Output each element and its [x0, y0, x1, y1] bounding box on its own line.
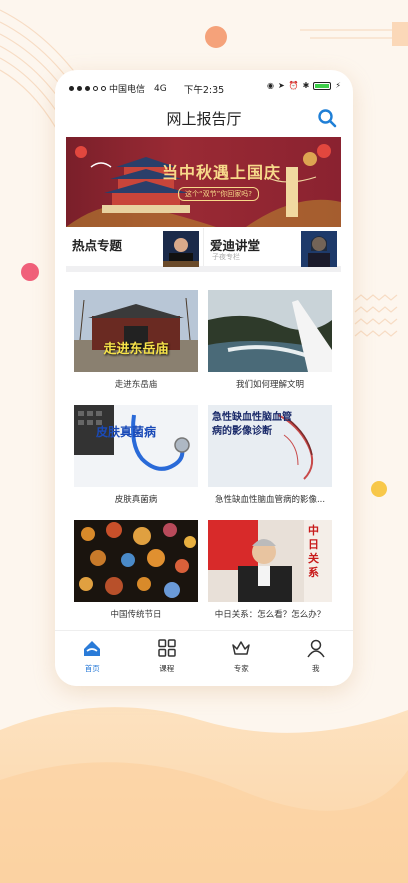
- course-caption: 我们如何理解文明: [235, 380, 304, 390]
- course-caption: 中国传统节日: [110, 610, 162, 620]
- course-overlay-text: 皮肤真菌病: [96, 425, 157, 439]
- tab-experts-label: 专家: [233, 664, 249, 673]
- location-icon: ➤: [278, 81, 285, 90]
- page-title: 网上报告厅: [166, 110, 242, 128]
- crown-icon: [232, 641, 250, 655]
- course-card[interactable]: 中国传统节日: [74, 520, 198, 620]
- bluetooth-icon: ✱: [302, 81, 310, 90]
- tab-courses-label: 课程: [159, 664, 175, 673]
- home-icon: [84, 641, 101, 656]
- aidi-lecture-thumbnail: [301, 231, 337, 267]
- banner-title: 当中秋遇上国庆: [162, 163, 282, 182]
- course-overlay-text: 走进东岳庙: [103, 342, 169, 357]
- aidi-lecture-item[interactable]: 爱迪讲堂 子夜专栏: [204, 228, 341, 267]
- course-caption: 中日关系：怎么看？怎么办？: [214, 610, 326, 620]
- user-icon: [307, 639, 325, 658]
- course-card[interactable]: 走进东岳庙 走进东岳庙: [74, 290, 198, 390]
- hot-topics-label: 热点专题: [72, 238, 123, 253]
- grid-icon: [158, 639, 176, 657]
- course-thumbnail: 皮肤真菌病: [74, 405, 198, 487]
- course-thumbnail: [74, 520, 198, 602]
- course-thumbnail: 急性缺血性脑血管病的影像诊断: [208, 405, 332, 487]
- promo-banner[interactable]: 当中秋遇上国庆 这个“双节”你回家吗?: [66, 137, 341, 227]
- tab-me[interactable]: 我: [279, 631, 354, 686]
- hot-topics-thumbnail: [163, 231, 199, 267]
- course-card[interactable]: 中日关系 中日关系：怎么看？怎么办？: [208, 520, 332, 620]
- tab-experts[interactable]: 专家: [204, 631, 279, 686]
- hot-topics-item[interactable]: 热点专题: [66, 228, 204, 267]
- status-icons: ◉ ➤ ⏰ ✱ ⚡: [267, 81, 341, 90]
- search-icon[interactable]: [317, 108, 337, 128]
- phone-frame: 中国电信 4G 下午2:35 ◉ ➤ ⏰ ✱ ⚡ 网上报告厅 当中秋遇上国庆 这…: [55, 70, 353, 686]
- course-caption: 走进东岳庙: [114, 380, 158, 390]
- status-bar: 中国电信 4G 下午2:35 ◉ ➤ ⏰ ✱ ⚡: [55, 80, 353, 96]
- alarm-icon: ⏰: [288, 81, 299, 90]
- course-thumbnail: 中日关系: [208, 520, 332, 602]
- course-caption: 皮肤真菌病: [114, 495, 158, 505]
- tab-home-label: 首页: [84, 664, 100, 673]
- course-overlay-text: 中日关系: [308, 524, 319, 579]
- bottom-tab-bar: 首页 课程 专家 我: [55, 630, 353, 686]
- course-caption: 急性缺血性脑血管病的影像...: [214, 495, 326, 505]
- charging-icon: ⚡: [335, 81, 341, 90]
- featured-row: 热点专题 爱迪讲堂 子夜专栏: [66, 228, 341, 272]
- banner-subtitle: 这个“双节”你回家吗?: [178, 187, 259, 201]
- course-thumbnail: [208, 290, 332, 372]
- course-thumbnail: 走进东岳庙: [74, 290, 198, 372]
- header: 网上报告厅: [55, 100, 353, 134]
- tab-home[interactable]: 首页: [55, 631, 130, 686]
- tab-me-label: 我: [312, 664, 320, 673]
- course-card[interactable]: 皮肤真菌病 皮肤真菌病: [74, 405, 198, 505]
- aidi-lecture-sub: 子夜专栏: [212, 253, 240, 261]
- course-overlay-text: 急性缺血性脑血管病的影像诊断: [212, 412, 292, 437]
- lock-rotation-icon: ◉: [267, 81, 274, 90]
- course-card[interactable]: 急性缺血性脑血管病的影像诊断 急性缺血性脑血管病的影像...: [208, 405, 332, 505]
- battery-icon: [313, 81, 332, 90]
- course-card[interactable]: 我们如何理解文明: [208, 290, 332, 390]
- tab-courses[interactable]: 课程: [130, 631, 205, 686]
